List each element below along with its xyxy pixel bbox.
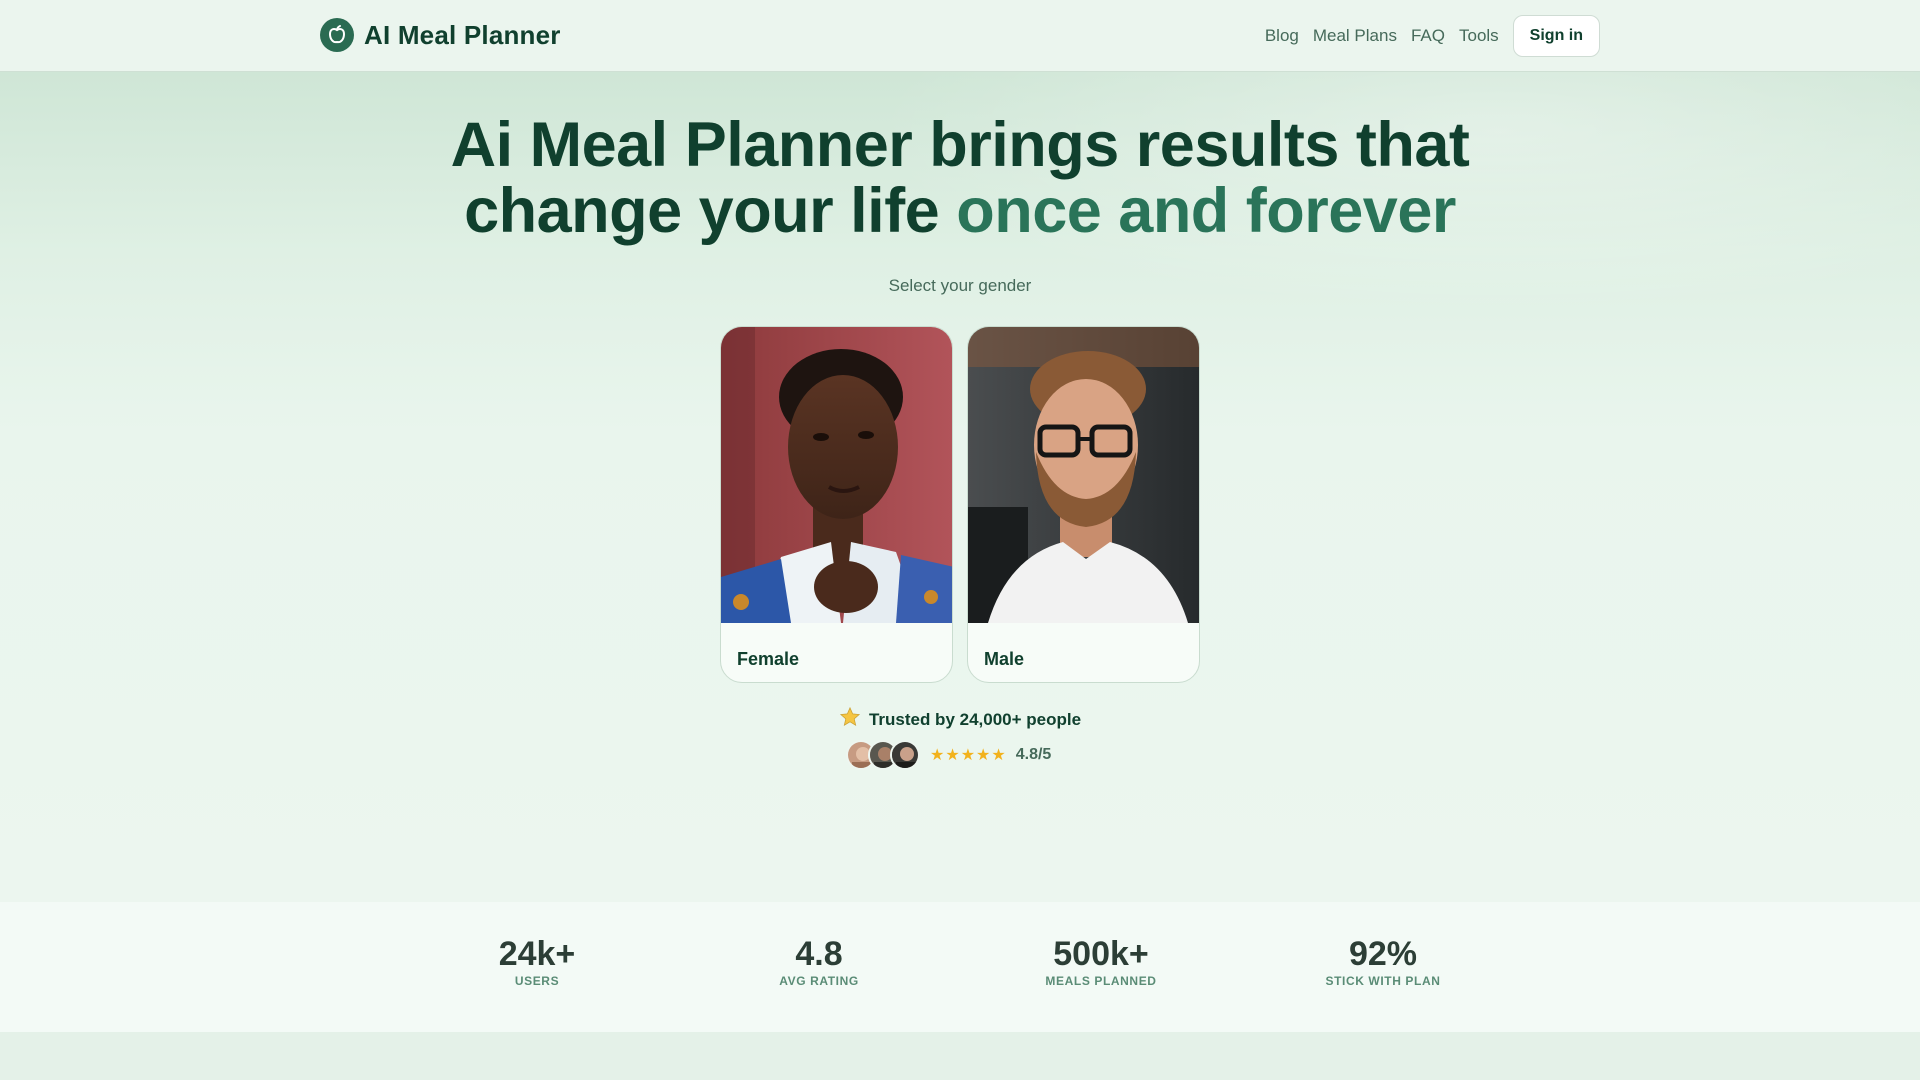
sign-in-button[interactable]: Sign in [1512, 15, 1600, 57]
nav-link-tools[interactable]: Tools [1459, 26, 1499, 46]
next-section-band [0, 1032, 1920, 1080]
star-badge-icon [839, 706, 861, 733]
hero-title-accent: once and forever [956, 176, 1456, 246]
nav-link-blog[interactable]: Blog [1265, 26, 1299, 46]
stats-bar: 24k+ USERS 4.8 AVG RATING 500k+ MEALS PL… [0, 902, 1920, 1032]
star-icon: ★ [976, 747, 991, 764]
stat-value: 4.8 [795, 935, 843, 973]
hero-title: Ai Meal Planner brings results that chan… [0, 112, 1920, 244]
rating-value: 4.8/5 [1015, 746, 1052, 763]
gender-label-male: Male [984, 649, 1025, 669]
gender-prompt: Select your gender [888, 276, 1032, 295]
male-photo [968, 327, 1199, 623]
stat-label: MEALS PLANNED [1045, 974, 1157, 988]
hero-title-line2: change your life [464, 176, 940, 246]
stat-meals-planned: 500k+ MEALS PLANNED [1011, 936, 1191, 988]
stat-avg-rating: 4.8 AVG RATING [729, 936, 909, 988]
avatar [890, 740, 920, 770]
gender-card-male[interactable]: Male [967, 326, 1200, 683]
star-icon: ★ [960, 747, 976, 764]
nav-link-faq[interactable]: FAQ [1411, 26, 1445, 46]
female-photo [721, 327, 952, 623]
top-navbar: AI Meal Planner Blog Meal Plans FAQ Tool… [0, 0, 1920, 72]
trust-line: Trusted by 24,000+ people [0, 706, 1920, 733]
stat-value: 500k+ [1053, 935, 1149, 973]
nav-link-meal-plans[interactable]: Meal Plans [1313, 26, 1397, 46]
gender-label-female: Female [737, 649, 800, 669]
rating-row: ★ ★ ★ ★ ★ 4.8/5 [846, 740, 1051, 770]
gender-card-female[interactable]: Female [720, 326, 953, 683]
stat-users: 24k+ USERS [447, 936, 627, 988]
star-icon: ★ [945, 747, 960, 764]
brand-name: AI Meal Planner [364, 19, 561, 50]
main-nav: Blog Meal Plans FAQ Tools Sign in [1265, 15, 1600, 57]
hero-title-line1: Ai Meal Planner brings results that [450, 110, 1470, 180]
user-avatars [846, 740, 920, 770]
stat-stick-with-plan: 92% STICK WITH PLAN [1293, 936, 1473, 988]
stat-value: 24k+ [498, 935, 576, 973]
stat-value: 92% [1348, 935, 1418, 973]
star-icon: ★ [991, 747, 1006, 764]
stat-label: USERS [514, 974, 560, 988]
trust-text: Trusted by 24,000+ people [868, 709, 1082, 729]
star-icon: ★ [930, 747, 945, 764]
apple-logo-icon [320, 18, 354, 52]
rating-stars: ★ ★ ★ ★ ★ [930, 745, 1006, 765]
brand[interactable]: AI Meal Planner [320, 18, 561, 52]
gender-options: Female Male [720, 326, 1200, 683]
stat-label: STICK WITH PLAN [1325, 974, 1441, 988]
stat-label: AVG RATING [779, 974, 859, 988]
